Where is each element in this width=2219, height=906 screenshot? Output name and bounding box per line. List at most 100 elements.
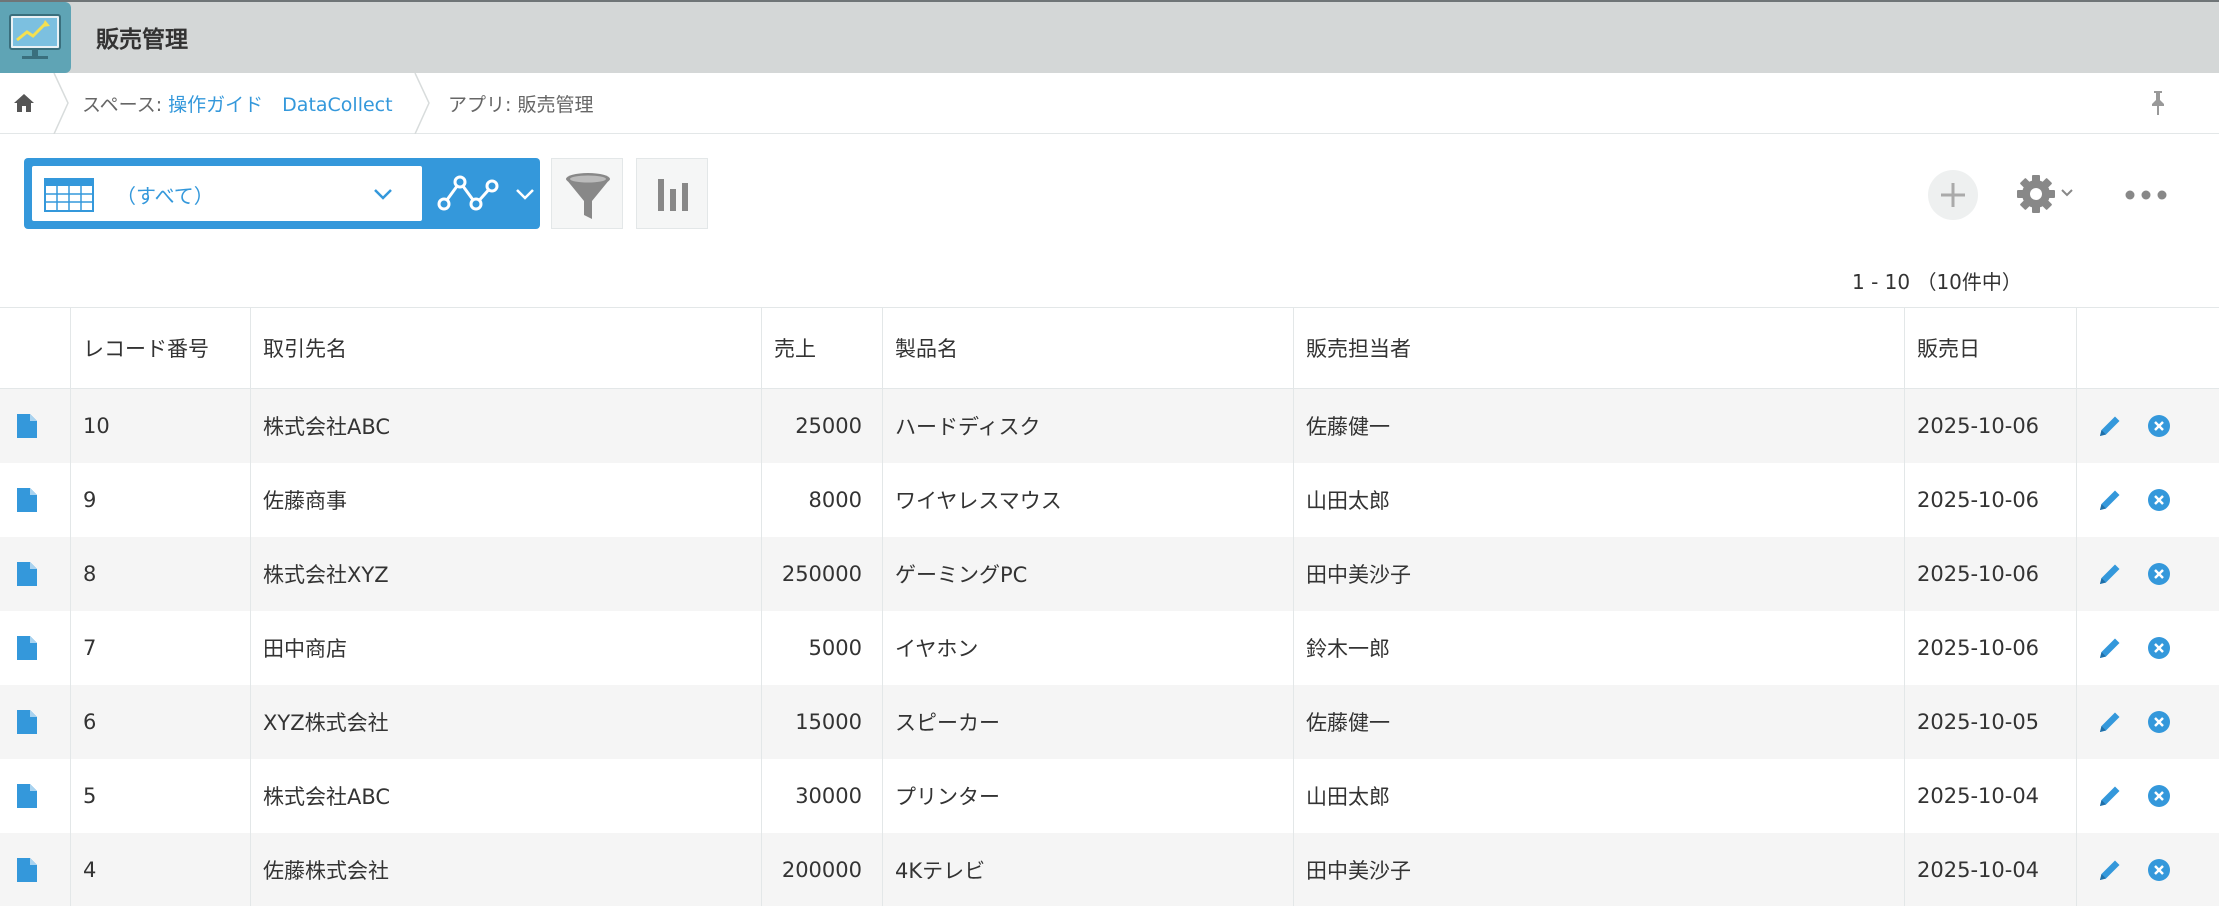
document-icon[interactable]	[17, 414, 37, 438]
cell-date: 2025-10-06	[1904, 463, 2076, 537]
graph-chevron-down-icon[interactable]	[514, 186, 536, 202]
cell-sales-text: 8000	[808, 488, 862, 512]
cell-date-text: 2025-10-06	[1917, 636, 2040, 660]
cell-actions	[2076, 463, 2219, 537]
header-rep-label: 販売担当者	[1306, 337, 1411, 361]
cell-customer-text: 株式会社ABC	[263, 415, 391, 439]
delete-circle-icon[interactable]	[2147, 710, 2171, 734]
cell-customer-text: 佐藤株式会社	[263, 859, 389, 883]
document-icon[interactable]	[17, 488, 37, 512]
edit-pencil-icon[interactable]	[2097, 413, 2123, 439]
cell-date: 2025-10-04	[1904, 759, 2076, 833]
pin-icon[interactable]	[2146, 89, 2170, 117]
header-record-no[interactable]: レコード番号	[70, 308, 250, 388]
cell-product-text: プリンター	[895, 785, 1000, 809]
table-row: 10 株式会社ABC 25000 ハードディスク 佐藤健一 2025-10-06	[0, 389, 2219, 463]
header-customer-label: 取引先名	[263, 337, 347, 361]
document-icon[interactable]	[17, 562, 37, 586]
cell-customer-text: XYZ株式会社	[263, 711, 389, 735]
header-record-no-label: レコード番号	[83, 337, 209, 361]
header-rep[interactable]: 販売担当者	[1293, 308, 1904, 388]
cell-actions	[2076, 685, 2219, 759]
cell-record-no-text: 7	[83, 636, 97, 660]
cell-product: 4Kテレビ	[882, 833, 1293, 906]
view-label: （すべて）	[116, 184, 214, 208]
breadcrumb-separator	[53, 73, 69, 134]
breadcrumb: スペース: 操作ガイド DataCollect アプリ: 販売管理	[0, 73, 2219, 134]
cell-sales: 30000	[761, 759, 882, 833]
cell-record-no: 7	[70, 611, 250, 685]
cell-customer-text: 株式会社ABC	[263, 785, 391, 809]
document-icon[interactable]	[17, 710, 37, 734]
cell-customer-text: 田中商店	[263, 637, 347, 661]
add-icon	[1941, 183, 1965, 207]
header-date-label: 販売日	[1917, 337, 1980, 361]
home-icon[interactable]	[12, 91, 36, 115]
header-product-label: 製品名	[895, 337, 958, 361]
document-icon[interactable]	[17, 784, 37, 808]
record-detail-cell[interactable]	[0, 685, 70, 759]
record-detail-cell[interactable]	[0, 611, 70, 685]
pager-count: 1 - 10 （10件中）	[1852, 270, 2022, 294]
header-icon-col	[0, 308, 70, 388]
graph-icon[interactable]	[436, 172, 500, 214]
add-record-button[interactable]	[1928, 170, 1978, 220]
cell-record-no: 10	[70, 389, 250, 463]
table-row: 4 佐藤株式会社 200000 4Kテレビ 田中美沙子 2025-10-04	[0, 833, 2219, 906]
document-icon[interactable]	[17, 858, 37, 882]
edit-pencil-icon[interactable]	[2097, 857, 2123, 883]
delete-circle-icon[interactable]	[2147, 858, 2171, 882]
cell-sales-text: 15000	[795, 710, 862, 734]
cell-sales-text: 200000	[781, 858, 862, 882]
cell-rep-text: 田中美沙子	[1306, 563, 1411, 587]
cell-actions	[2076, 537, 2219, 611]
record-detail-cell[interactable]	[0, 389, 70, 463]
app-monitor-icon[interactable]	[0, 2, 71, 73]
more-options-button[interactable]	[2124, 180, 2168, 210]
header-date[interactable]: 販売日	[1904, 308, 2076, 388]
breadcrumb-app[interactable]: アプリ: 販売管理	[448, 90, 593, 117]
settings-button[interactable]	[2016, 172, 2080, 216]
cell-product: プリンター	[882, 759, 1293, 833]
cell-rep-text: 田中美沙子	[1306, 859, 1411, 883]
edit-pencil-icon[interactable]	[2097, 783, 2123, 809]
cell-date-text: 2025-10-05	[1917, 710, 2040, 734]
table-row: 6 XYZ株式会社 15000 スピーカー 佐藤健一 2025-10-05	[0, 685, 2219, 759]
edit-pencil-icon[interactable]	[2097, 487, 2123, 513]
view-dropdown[interactable]: （すべて）	[32, 166, 422, 221]
cell-customer: 株式会社XYZ	[250, 537, 761, 611]
cell-rep: 鈴木一郎	[1293, 611, 1904, 685]
cell-record-no: 6	[70, 685, 250, 759]
record-detail-cell[interactable]	[0, 833, 70, 906]
table-icon	[44, 178, 94, 212]
cell-rep: 佐藤健一	[1293, 389, 1904, 463]
delete-circle-icon[interactable]	[2147, 562, 2171, 586]
view-selector[interactable]: （すべて）	[24, 158, 540, 229]
records-table: レコード番号 取引先名 売上 製品名 販売担当者 販売日 10 株式会社ABC …	[0, 307, 2219, 906]
filter-button[interactable]	[551, 158, 623, 229]
delete-circle-icon[interactable]	[2147, 784, 2171, 808]
document-icon[interactable]	[17, 636, 37, 660]
cell-product: スピーカー	[882, 685, 1293, 759]
delete-circle-icon[interactable]	[2147, 488, 2171, 512]
header-sales[interactable]: 売上	[761, 308, 882, 388]
header-product[interactable]: 製品名	[882, 308, 1293, 388]
edit-pencil-icon[interactable]	[2097, 561, 2123, 587]
stats-button[interactable]	[636, 158, 708, 229]
record-detail-cell[interactable]	[0, 759, 70, 833]
cell-sales: 15000	[761, 685, 882, 759]
header-sales-label: 売上	[774, 337, 816, 361]
edit-pencil-icon[interactable]	[2097, 635, 2123, 661]
record-detail-cell[interactable]	[0, 537, 70, 611]
edit-pencil-icon[interactable]	[2097, 709, 2123, 735]
delete-circle-icon[interactable]	[2147, 414, 2171, 438]
cell-rep: 佐藤健一	[1293, 685, 1904, 759]
delete-circle-icon[interactable]	[2147, 636, 2171, 660]
cell-rep-text: 佐藤健一	[1306, 415, 1390, 439]
header-customer[interactable]: 取引先名	[250, 308, 761, 388]
breadcrumb-space-link[interactable]: 操作ガイド DataCollect	[168, 94, 392, 116]
cell-sales-text: 250000	[781, 562, 862, 586]
cell-product: ゲーミングPC	[882, 537, 1293, 611]
record-detail-cell[interactable]	[0, 463, 70, 537]
cell-sales: 5000	[761, 611, 882, 685]
